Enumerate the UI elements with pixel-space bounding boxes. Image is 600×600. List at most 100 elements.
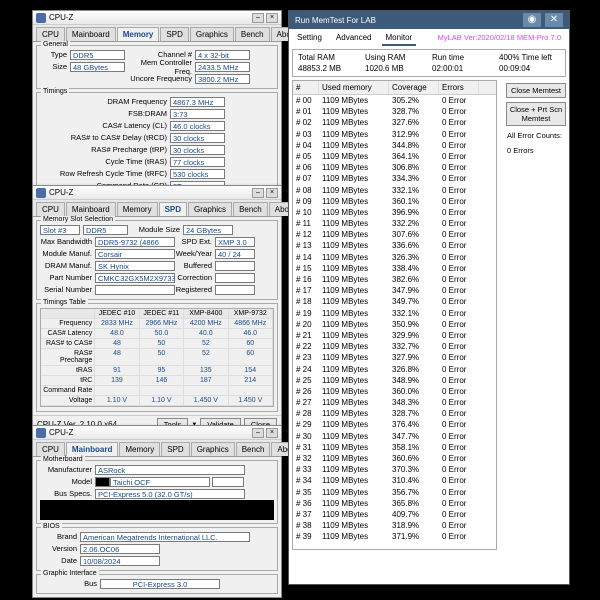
- list-row[interactable]: # 021109 MBytes327.6%0 Error: [293, 117, 496, 128]
- row-err: 0 Error: [439, 106, 479, 117]
- label: Correction: [175, 273, 215, 282]
- tab-mainboard[interactable]: Mainboard: [66, 442, 118, 456]
- stat-value: 48853.2 MB: [295, 63, 362, 74]
- list-row[interactable]: # 031109 MBytes312.9%0 Error: [293, 129, 496, 140]
- list-row[interactable]: # 201109 MBytes350.9%0 Error: [293, 319, 496, 330]
- row-num: # 13: [293, 240, 319, 251]
- row-num: # 04: [293, 140, 319, 151]
- tab-bench[interactable]: Bench: [235, 27, 270, 41]
- close-memtest-button[interactable]: Close Memtest: [506, 83, 566, 98]
- label: DRAM Frequency: [40, 97, 170, 106]
- row-cov: 328.7%: [389, 408, 439, 419]
- titlebar[interactable]: CPU-Z –×: [33, 426, 281, 440]
- row-cov: 360.1%: [389, 196, 439, 207]
- tab-graphics[interactable]: Graphics: [188, 202, 232, 216]
- tab-bench[interactable]: Bench: [233, 202, 268, 216]
- list-row[interactable]: # 131109 MBytes336.6%0 Error: [293, 240, 496, 251]
- list-row[interactable]: # 071109 MBytes334.3%0 Error: [293, 173, 496, 184]
- list-row[interactable]: # 191109 MBytes332.1%0 Error: [293, 308, 496, 319]
- list-row[interactable]: # 121109 MBytes307.6%0 Error: [293, 229, 496, 240]
- tab-memory[interactable]: Memory: [117, 202, 158, 216]
- list-row[interactable]: # 351109 MBytes356.7%0 Error: [293, 487, 496, 498]
- list-row[interactable]: # 301109 MBytes347.7%0 Error: [293, 431, 496, 442]
- min-icon[interactable]: –: [252, 428, 264, 438]
- list-row[interactable]: # 081109 MBytes332.1%0 Error: [293, 185, 496, 196]
- row-err: 0 Error: [439, 509, 479, 520]
- list-row[interactable]: # 151109 MBytes338.4%0 Error: [293, 263, 496, 274]
- list-row[interactable]: # 281109 MBytes328.7%0 Error: [293, 408, 496, 419]
- tab-bench[interactable]: Bench: [236, 442, 271, 456]
- camera-icon[interactable]: ◉: [523, 13, 541, 27]
- list-row[interactable]: # 011109 MBytes328.7%0 Error: [293, 106, 496, 117]
- row-err: 0 Error: [439, 419, 479, 430]
- close-icon[interactable]: ✕: [545, 13, 563, 27]
- list-row[interactable]: # 311109 MBytes358.1%0 Error: [293, 442, 496, 453]
- close-icon[interactable]: ×: [266, 188, 278, 198]
- tab-mainboard[interactable]: Mainboard: [66, 202, 116, 216]
- close-icon[interactable]: ×: [266, 13, 278, 23]
- row-num: # 31: [293, 442, 319, 453]
- list-row[interactable]: # 051109 MBytes364.1%0 Error: [293, 151, 496, 162]
- list-row[interactable]: # 231109 MBytes327.9%0 Error: [293, 352, 496, 363]
- list-row[interactable]: # 111109 MBytes332.2%0 Error: [293, 218, 496, 229]
- list-row[interactable]: # 271109 MBytes348.3%0 Error: [293, 397, 496, 408]
- titlebar[interactable]: CPU-Z –×: [33, 186, 281, 200]
- app-icon: [36, 188, 46, 198]
- row-err: 0 Error: [439, 352, 479, 363]
- tab-cpu[interactable]: CPU: [36, 442, 65, 456]
- tab-graphics[interactable]: Graphics: [191, 442, 235, 456]
- list-row[interactable]: # 291109 MBytes376.4%0 Error: [293, 419, 496, 430]
- min-icon[interactable]: –: [252, 188, 264, 198]
- list-row[interactable]: # 181109 MBytes349.7%0 Error: [293, 296, 496, 307]
- week-value: 40 / 24: [215, 249, 255, 259]
- list-row[interactable]: # 221109 MBytes332.7%0 Error: [293, 341, 496, 352]
- tab-spd[interactable]: SPD: [161, 442, 189, 456]
- titlebar[interactable]: CPU-Z –×: [33, 11, 281, 25]
- tab-advanced[interactable]: Advanced: [332, 31, 376, 46]
- row-cov: 358.1%: [389, 442, 439, 453]
- list-row[interactable]: # 341109 MBytes310.4%0 Error: [293, 475, 496, 486]
- slot-select[interactable]: Slot #3: [40, 225, 80, 235]
- list-row[interactable]: # 331109 MBytes370.3%0 Error: [293, 464, 496, 475]
- tab-setting[interactable]: Setting: [293, 31, 326, 46]
- list-row[interactable]: # 261109 MBytes360.0%0 Error: [293, 386, 496, 397]
- tab-monitor[interactable]: Monitor: [382, 31, 417, 46]
- list-row[interactable]: # 321109 MBytes360.6%0 Error: [293, 453, 496, 464]
- tab-cpu[interactable]: CPU: [36, 202, 65, 216]
- row-cov: 365.8%: [389, 498, 439, 509]
- redacted: [95, 477, 110, 487]
- list-row[interactable]: # 211109 MBytes329.9%0 Error: [293, 330, 496, 341]
- tab-memory[interactable]: Memory: [117, 27, 160, 41]
- list-row[interactable]: # 061109 MBytes306.8%0 Error: [293, 162, 496, 173]
- tab-spd[interactable]: SPD: [159, 202, 187, 216]
- min-icon[interactable]: –: [252, 13, 264, 23]
- tab-cpu[interactable]: CPU: [36, 27, 65, 41]
- list-row[interactable]: # 241109 MBytes326.8%0 Error: [293, 364, 496, 375]
- list-row[interactable]: # 041109 MBytes344.8%0 Error: [293, 140, 496, 151]
- tab-mainboard[interactable]: Mainboard: [66, 27, 116, 41]
- legend: BIOS: [41, 523, 62, 530]
- list-row[interactable]: # 361109 MBytes365.8%0 Error: [293, 498, 496, 509]
- list-row[interactable]: # 161109 MBytes382.6%0 Error: [293, 274, 496, 285]
- list-row[interactable]: # 091109 MBytes360.1%0 Error: [293, 196, 496, 207]
- list-row[interactable]: # 391109 MBytes371.9%0 Error: [293, 531, 496, 542]
- tab-memory[interactable]: Memory: [119, 442, 160, 456]
- list-row[interactable]: # 381109 MBytes318.9%0 Error: [293, 520, 496, 531]
- close-icon[interactable]: ×: [266, 428, 278, 438]
- tab-graphics[interactable]: Graphics: [190, 27, 234, 41]
- list-row[interactable]: # 001109 MBytes305.2%0 Error: [293, 95, 496, 106]
- timing-cell: 154: [229, 366, 273, 375]
- list-row[interactable]: # 171109 MBytes347.9%0 Error: [293, 285, 496, 296]
- row-num: # 27: [293, 397, 319, 408]
- close-prtscn-button[interactable]: Close + Prt Scn Memtest: [506, 102, 566, 126]
- list-row[interactable]: # 101109 MBytes396.9%0 Error: [293, 207, 496, 218]
- row-num: # 39: [293, 531, 319, 542]
- list-row[interactable]: # 251109 MBytes348.9%0 Error: [293, 375, 496, 386]
- memtest-titlebar[interactable]: Run MemTest For LAB ◉✕: [289, 11, 569, 29]
- tab-spd[interactable]: SPD: [160, 27, 188, 41]
- list-row[interactable]: # 141109 MBytes326.3%0 Error: [293, 252, 496, 263]
- row-label: RAS# Precharge: [41, 349, 95, 365]
- list-row[interactable]: # 371109 MBytes409.7%0 Error: [293, 509, 496, 520]
- timing-cell: [140, 386, 184, 395]
- row-cov: 326.8%: [389, 364, 439, 375]
